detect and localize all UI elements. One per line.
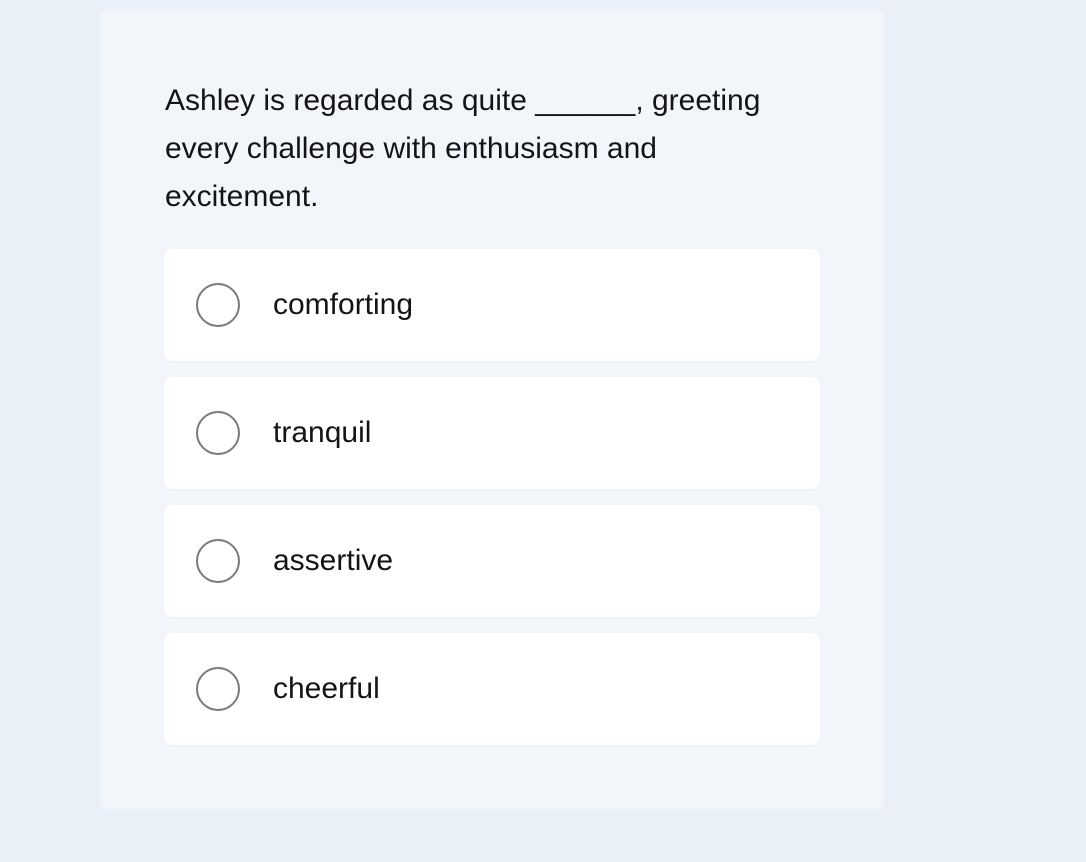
- question-card: Ashley is regarded as quite ______, gree…: [100, 9, 884, 809]
- option-label: comforting: [273, 288, 414, 321]
- option-cheerful[interactable]: cheerful: [164, 633, 820, 745]
- radio-button-icon[interactable]: [196, 283, 240, 327]
- radio-button-icon[interactable]: [196, 667, 240, 711]
- question-text: Ashley is regarded as quite ______, gree…: [165, 84, 761, 213]
- option-comforting[interactable]: comforting: [164, 249, 820, 361]
- option-tranquil[interactable]: tranquil: [164, 377, 820, 489]
- radio-button-icon[interactable]: [196, 539, 240, 583]
- option-label: cheerful: [273, 672, 380, 705]
- radio-button-icon[interactable]: [196, 411, 240, 455]
- option-label: tranquil: [273, 416, 372, 449]
- answer-options: comforting tranquil assertive cheerful: [164, 249, 820, 761]
- option-label: assertive: [273, 544, 394, 577]
- option-assertive[interactable]: assertive: [164, 505, 820, 617]
